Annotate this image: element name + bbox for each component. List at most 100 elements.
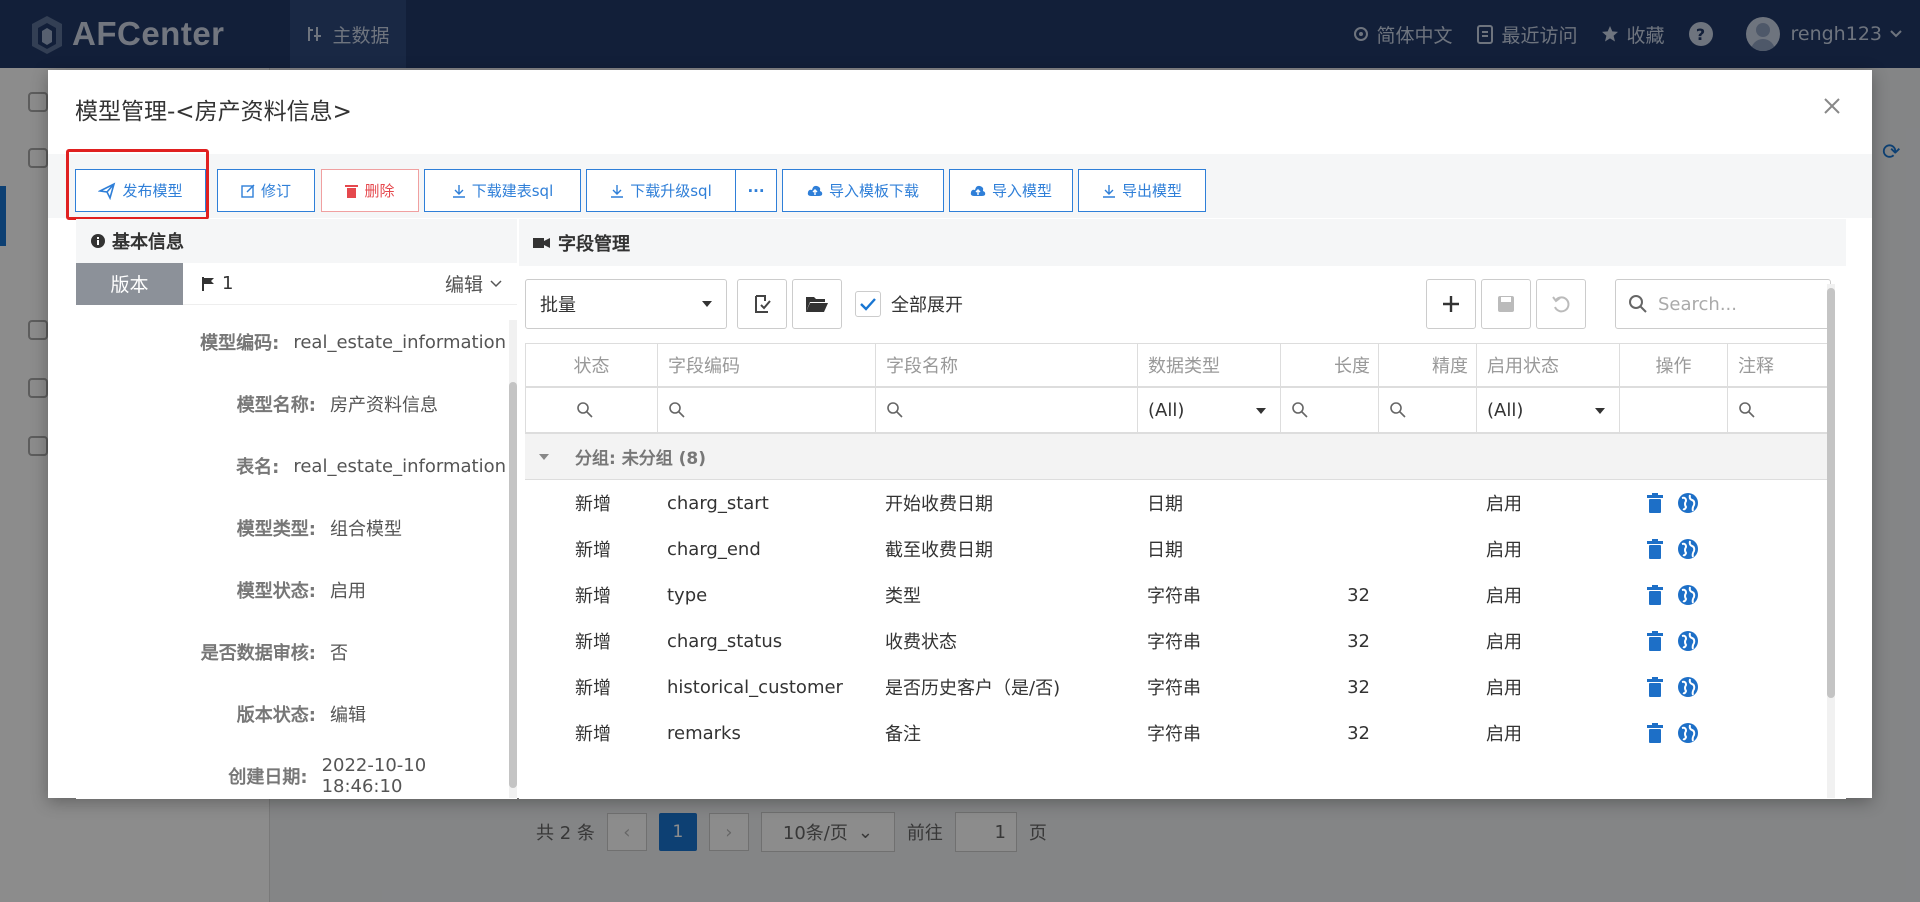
cell-enabled[interactable]: 启用 <box>1476 480 1619 526</box>
cell-code[interactable]: charg_end <box>657 526 875 572</box>
cell-code[interactable]: charg_start <box>657 480 875 526</box>
publish-model-button[interactable]: 发布模型 <box>75 169 206 212</box>
cell-precision[interactable] <box>1378 664 1476 710</box>
refresh-fields-button[interactable] <box>737 279 787 329</box>
group-row[interactable]: 分组: 未分组 (8) <box>525 434 1831 480</box>
filter-input-name[interactable] <box>876 388 1138 432</box>
open-folder-button[interactable] <box>792 279 842 329</box>
table-row[interactable]: 新增 charg_start 开始收费日期 日期 启用 <box>525 480 1831 526</box>
cell-length[interactable] <box>1280 526 1378 572</box>
globe-icon[interactable] <box>1677 538 1699 560</box>
version-tab[interactable]: 版本 <box>76 262 183 305</box>
more-button[interactable]: ··· <box>735 169 777 212</box>
trash-icon[interactable] <box>1647 539 1663 559</box>
close-icon[interactable] <box>1820 94 1844 118</box>
table-row[interactable]: 新增 remarks 备注 字符串 32 启用 <box>525 710 1831 756</box>
filter-input-length[interactable] <box>1281 388 1379 432</box>
table-row[interactable]: 新增 charg_end 截至收费日期 日期 启用 <box>525 526 1831 572</box>
cell-code[interactable]: charg_status <box>657 618 875 664</box>
column-header-code[interactable]: 字段编码 <box>658 344 876 386</box>
globe-icon[interactable] <box>1677 676 1699 698</box>
globe-icon[interactable] <box>1677 722 1699 744</box>
cell-enabled[interactable]: 启用 <box>1476 710 1619 756</box>
cell-note[interactable] <box>1727 618 1831 664</box>
version-edit-dropdown[interactable]: 编辑 <box>445 270 503 297</box>
cell-length[interactable] <box>1280 480 1378 526</box>
table-row[interactable]: 新增 historical_customer 是否历史客户（是/否) 字符串 32 启用 <box>525 664 1831 710</box>
column-header-status[interactable]: 状态 <box>526 344 658 386</box>
trash-icon[interactable] <box>1647 585 1663 605</box>
cell-note[interactable] <box>1727 526 1831 572</box>
column-header-length[interactable]: 长度 <box>1281 344 1379 386</box>
cell-length[interactable]: 32 <box>1280 618 1378 664</box>
filter-select-enabled[interactable]: (All) <box>1477 388 1620 432</box>
export-model-button[interactable]: 导出模型 <box>1078 169 1206 212</box>
cell-note[interactable] <box>1727 710 1831 756</box>
cell-enabled[interactable]: 启用 <box>1476 572 1619 618</box>
save-button[interactable] <box>1481 279 1531 329</box>
trash-icon[interactable] <box>1647 493 1663 513</box>
cell-length[interactable]: 32 <box>1280 572 1378 618</box>
cell-type[interactable]: 字符串 <box>1137 664 1280 710</box>
globe-icon[interactable] <box>1677 492 1699 514</box>
cell-length[interactable]: 32 <box>1280 664 1378 710</box>
cell-note[interactable] <box>1727 572 1831 618</box>
revise-button[interactable]: 修订 <box>217 169 315 212</box>
cell-note[interactable] <box>1727 480 1831 526</box>
right-scrollbar[interactable] <box>1827 284 1835 798</box>
column-header-ops[interactable]: 操作 <box>1620 344 1728 386</box>
table-row[interactable]: 新增 charg_status 收费状态 字符串 32 启用 <box>525 618 1831 664</box>
cell-precision[interactable] <box>1378 526 1476 572</box>
undo-button[interactable] <box>1536 279 1586 329</box>
filter-input-status[interactable] <box>526 388 658 432</box>
cell-enabled[interactable]: 启用 <box>1476 618 1619 664</box>
cell-code[interactable]: remarks <box>657 710 875 756</box>
cell-precision[interactable] <box>1378 710 1476 756</box>
expand-all-checkbox[interactable]: 全部展开 <box>855 291 963 317</box>
column-header-name[interactable]: 字段名称 <box>876 344 1138 386</box>
trash-icon[interactable] <box>1647 723 1663 743</box>
cell-type[interactable]: 字符串 <box>1137 572 1280 618</box>
cell-precision[interactable] <box>1378 572 1476 618</box>
cell-status[interactable]: 新增 <box>525 618 657 664</box>
search-box[interactable]: Search... <box>1615 279 1831 329</box>
cell-status[interactable]: 新增 <box>525 572 657 618</box>
cell-name[interactable]: 开始收费日期 <box>875 480 1137 526</box>
cell-type[interactable]: 字符串 <box>1137 710 1280 756</box>
add-field-button[interactable] <box>1426 279 1476 329</box>
cell-type[interactable]: 日期 <box>1137 480 1280 526</box>
cell-name[interactable]: 备注 <box>875 710 1137 756</box>
cell-code[interactable]: type <box>657 572 875 618</box>
caret-down-icon[interactable] <box>539 453 549 460</box>
column-header-enabled[interactable]: 启用状态 <box>1477 344 1620 386</box>
import-template-button[interactable]: 导入模板下载 <box>782 169 944 212</box>
download-upgrade-sql-button[interactable]: 下载升级sql <box>586 169 736 212</box>
batch-select[interactable]: 批量 <box>525 279 727 329</box>
cell-status[interactable]: 新增 <box>525 664 657 710</box>
cell-precision[interactable] <box>1378 480 1476 526</box>
cell-status[interactable]: 新增 <box>525 710 657 756</box>
table-row[interactable]: 新增 type 类型 字符串 32 启用 <box>525 572 1831 618</box>
globe-icon[interactable] <box>1677 584 1699 606</box>
cell-precision[interactable] <box>1378 618 1476 664</box>
column-header-precision[interactable]: 精度 <box>1379 344 1477 386</box>
cell-name[interactable]: 类型 <box>875 572 1137 618</box>
column-header-note[interactable]: 注释 <box>1728 344 1832 386</box>
download-create-sql-button[interactable]: 下载建表sql <box>424 169 581 212</box>
cell-type[interactable]: 字符串 <box>1137 618 1280 664</box>
column-header-type[interactable]: 数据类型 <box>1138 344 1281 386</box>
cell-code[interactable]: historical_customer <box>657 664 875 710</box>
cell-status[interactable]: 新增 <box>525 526 657 572</box>
trash-icon[interactable] <box>1647 631 1663 651</box>
left-scrollbar[interactable] <box>509 320 517 798</box>
cell-enabled[interactable]: 启用 <box>1476 664 1619 710</box>
filter-input-code[interactable] <box>658 388 876 432</box>
cell-length[interactable]: 32 <box>1280 710 1378 756</box>
cell-name[interactable]: 收费状态 <box>875 618 1137 664</box>
cell-name[interactable]: 截至收费日期 <box>875 526 1137 572</box>
cell-note[interactable] <box>1727 664 1831 710</box>
cell-status[interactable]: 新增 <box>525 480 657 526</box>
cell-type[interactable]: 日期 <box>1137 526 1280 572</box>
filter-input-precision[interactable] <box>1379 388 1477 432</box>
filter-input-note[interactable] <box>1728 388 1832 432</box>
